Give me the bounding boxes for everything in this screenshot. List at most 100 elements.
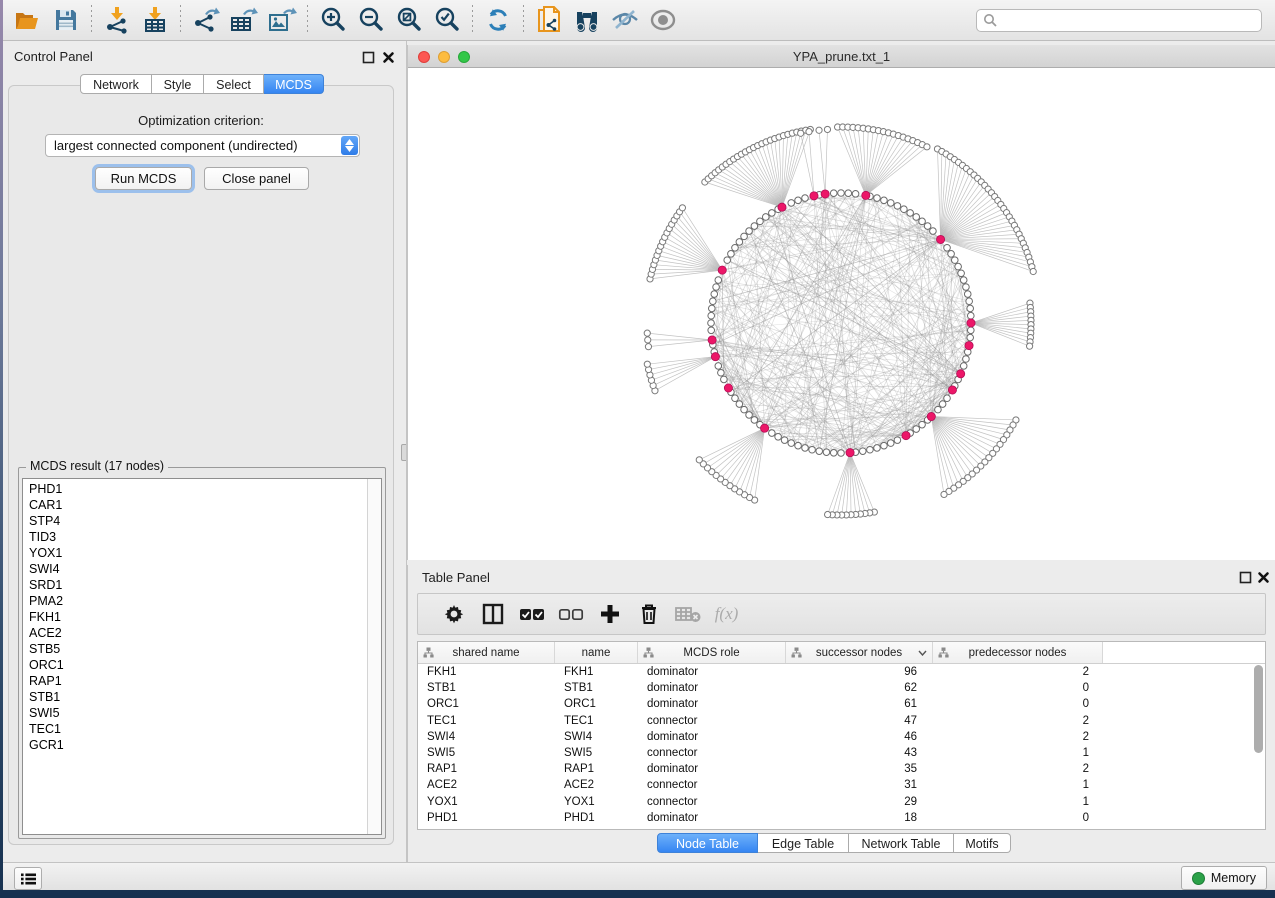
ring-node[interactable] (715, 277, 722, 284)
mcds-result-item[interactable]: TID3 (23, 529, 367, 545)
ring-node[interactable] (715, 363, 722, 370)
cell-mcds-role[interactable]: dominator (638, 666, 786, 678)
cell-name[interactable]: SWI5 (555, 747, 638, 759)
mcds-result-item[interactable]: ACE2 (23, 625, 367, 641)
mcds-result-item[interactable]: TEC1 (23, 721, 367, 737)
float-table-panel-icon[interactable] (1239, 571, 1252, 584)
cell-successor-nodes[interactable]: 62 (786, 682, 933, 694)
ring-node[interactable] (967, 334, 974, 341)
column-header-shared-name[interactable]: shared name (418, 642, 555, 663)
column-header-mcds-role[interactable]: MCDS role (638, 642, 786, 663)
cell-predecessor-nodes[interactable]: 0 (933, 698, 1103, 710)
ring-node[interactable] (788, 200, 795, 207)
ring-node[interactable] (967, 312, 974, 319)
cell-name[interactable]: PHD1 (555, 812, 638, 824)
table-row[interactable]: FKH1FKH1dominator962 (418, 664, 1265, 680)
ring-node[interactable] (958, 270, 965, 277)
column-header-successor-nodes[interactable]: successor nodes (786, 642, 933, 663)
ring-node[interactable] (708, 327, 715, 334)
mcds-result-item[interactable]: SRD1 (23, 577, 367, 593)
ring-node[interactable] (955, 263, 962, 270)
ring-node[interactable] (859, 448, 866, 455)
cell-shared-name[interactable]: FKH1 (418, 666, 555, 678)
mcds-result-item[interactable]: STB1 (23, 689, 367, 705)
close-table-panel-icon[interactable] (1257, 571, 1270, 584)
mcds-result-item[interactable]: ORC1 (23, 657, 367, 673)
mcds-result-item[interactable]: STP4 (23, 513, 367, 529)
zoom-in-icon[interactable] (314, 3, 352, 37)
zoom-out-icon[interactable] (352, 3, 390, 37)
ring-node[interactable] (746, 412, 753, 419)
table-row[interactable]: YOX1YOX1connector291 (418, 794, 1265, 810)
hub-node[interactable] (846, 449, 854, 457)
mcds-result-item[interactable]: SWI4 (23, 561, 367, 577)
cell-mcds-role[interactable]: dominator (638, 763, 786, 775)
cell-predecessor-nodes[interactable]: 1 (933, 747, 1103, 759)
ring-node[interactable] (935, 406, 942, 413)
satellite-node[interactable] (644, 361, 650, 367)
hub-node[interactable] (902, 431, 910, 439)
ring-node[interactable] (732, 395, 739, 402)
cell-name[interactable]: STB1 (555, 682, 638, 694)
hub-node[interactable] (936, 235, 944, 243)
satellite-node[interactable] (696, 457, 702, 463)
export-table-icon[interactable] (225, 3, 263, 37)
cell-successor-nodes[interactable]: 46 (786, 731, 933, 743)
ring-node[interactable] (741, 233, 748, 240)
tab-node-table[interactable]: Node Table (657, 833, 758, 853)
cell-name[interactable]: SWI4 (555, 731, 638, 743)
zoom-fit-icon[interactable] (390, 3, 428, 37)
ring-node[interactable] (887, 200, 894, 207)
ring-node[interactable] (924, 223, 931, 230)
hub-node[interactable] (760, 424, 768, 432)
ring-node[interactable] (708, 312, 715, 319)
ring-node[interactable] (781, 437, 788, 444)
export-network-icon[interactable] (187, 3, 225, 37)
ring-node[interactable] (919, 218, 926, 225)
ring-node[interactable] (845, 190, 852, 197)
cell-predecessor-nodes[interactable]: 1 (933, 796, 1103, 808)
mcds-result-item[interactable]: STB5 (23, 641, 367, 657)
ring-node[interactable] (874, 445, 881, 452)
ring-node[interactable] (762, 214, 769, 221)
ring-node[interactable] (852, 191, 859, 198)
ring-node[interactable] (721, 376, 728, 383)
tab-network[interactable]: Network (80, 74, 152, 94)
cell-shared-name[interactable]: YOX1 (418, 796, 555, 808)
save-session-icon[interactable] (47, 3, 85, 37)
ring-node[interactable] (881, 442, 888, 449)
ring-node[interactable] (728, 251, 735, 258)
ring-node[interactable] (838, 190, 845, 197)
ring-node[interactable] (816, 448, 823, 455)
cell-name[interactable]: ACE2 (555, 779, 638, 791)
hub-node[interactable] (724, 384, 732, 392)
cell-name[interactable]: TEC1 (555, 715, 638, 727)
ring-node[interactable] (913, 214, 920, 221)
function-builder-icon[interactable]: f(x) (707, 597, 746, 631)
cell-shared-name[interactable]: ACE2 (418, 779, 555, 791)
cell-predecessor-nodes[interactable]: 2 (933, 731, 1103, 743)
show-panels-menu-button[interactable] (14, 867, 42, 890)
ring-node[interactable] (802, 445, 809, 452)
mcds-result-item[interactable]: GCR1 (23, 737, 367, 753)
cell-successor-nodes[interactable]: 18 (786, 812, 933, 824)
satellite-node[interactable] (806, 129, 812, 135)
cell-shared-name[interactable]: SWI4 (418, 731, 555, 743)
open-session-icon[interactable] (9, 3, 47, 37)
ring-node[interactable] (830, 190, 837, 197)
ring-node[interactable] (751, 417, 758, 424)
mcds-result-item[interactable]: PMA2 (23, 593, 367, 609)
satellite-node[interactable] (644, 330, 650, 336)
hub-node[interactable] (778, 203, 786, 211)
cell-mcds-role[interactable]: connector (638, 796, 786, 808)
table-row[interactable]: RAP1RAP1dominator352 (418, 761, 1265, 777)
table-row[interactable]: SWI4SWI4dominator462 (418, 729, 1265, 745)
ring-node[interactable] (823, 449, 830, 456)
table-row[interactable]: STB1STB1dominator620 (418, 680, 1265, 696)
ring-node[interactable] (944, 244, 951, 251)
hub-node[interactable] (708, 336, 716, 344)
export-image-icon[interactable] (263, 3, 301, 37)
mcds-result-item[interactable]: CAR1 (23, 497, 367, 513)
cell-mcds-role[interactable]: dominator (638, 731, 786, 743)
network-graph-canvas[interactable] (408, 68, 1274, 560)
